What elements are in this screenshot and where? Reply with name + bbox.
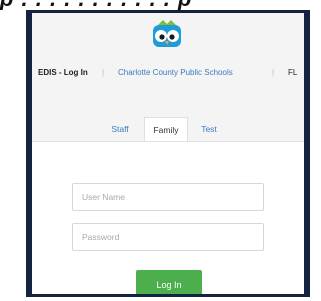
tab-staff[interactable]: Staff — [102, 117, 138, 141]
state-label: FL — [288, 68, 298, 77]
tab-test[interactable]: Test — [192, 117, 226, 141]
username-input[interactable] — [72, 183, 264, 211]
password-input[interactable] — [72, 223, 264, 251]
login-form: Log In — [32, 141, 304, 294]
login-button[interactable]: Log In — [136, 270, 202, 294]
header-separator: | — [102, 68, 105, 77]
header-separator: | — [272, 68, 275, 77]
top-caption: p . . . . . . . . . . . p — [0, 0, 321, 10]
header-row: EDIS - Log In | Charlotte County Public … — [32, 65, 304, 83]
login-tabs: Staff Family Test — [32, 117, 304, 142]
county-link[interactable]: Charlotte County Public Schools — [118, 68, 233, 77]
app-title: EDIS - Log In — [38, 68, 88, 77]
tab-family[interactable]: Family — [144, 117, 188, 142]
owl-logo-icon — [153, 20, 181, 47]
login-panel: EDIS - Log In | Charlotte County Public … — [32, 13, 304, 294]
